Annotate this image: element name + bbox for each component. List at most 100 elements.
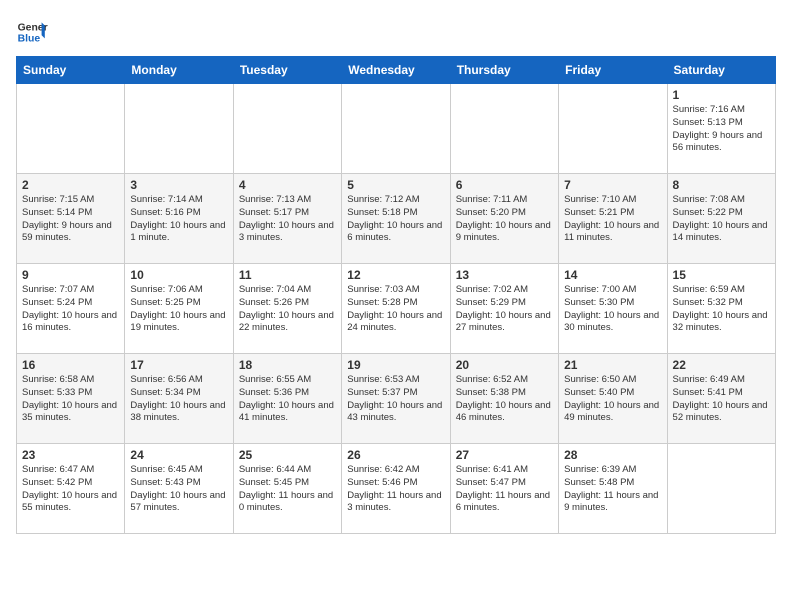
calendar-table: SundayMondayTuesdayWednesdayThursdayFrid… — [16, 56, 776, 534]
calendar-cell: 25 Sunrise: 6:44 AM Sunset: 5:45 PM Dayli… — [233, 444, 341, 534]
day-info: Sunrise: 7:11 AM Sunset: 5:20 PM Dayligh… — [456, 194, 553, 245]
day-info: Sunrise: 7:08 AM Sunset: 5:22 PM Dayligh… — [673, 194, 770, 245]
day-header-monday: Monday — [125, 57, 233, 84]
day-number: 25 — [239, 448, 336, 462]
day-info: Sunrise: 6:49 AM Sunset: 5:41 PM Dayligh… — [673, 374, 770, 425]
calendar-cell: 10 Sunrise: 7:06 AM Sunset: 5:25 PM Dayli… — [125, 264, 233, 354]
day-info: Sunrise: 7:12 AM Sunset: 5:18 PM Dayligh… — [347, 194, 444, 245]
calendar-cell: 17 Sunrise: 6:56 AM Sunset: 5:34 PM Dayli… — [125, 354, 233, 444]
calendar-cell — [125, 84, 233, 174]
calendar-cell: 26 Sunrise: 6:42 AM Sunset: 5:46 PM Dayli… — [342, 444, 450, 534]
day-number: 21 — [564, 358, 661, 372]
day-number: 6 — [456, 178, 553, 192]
day-header-friday: Friday — [559, 57, 667, 84]
calendar-week-4: 16 Sunrise: 6:58 AM Sunset: 5:33 PM Dayli… — [17, 354, 776, 444]
day-info: Sunrise: 7:00 AM Sunset: 5:30 PM Dayligh… — [564, 284, 661, 335]
day-number: 7 — [564, 178, 661, 192]
day-info: Sunrise: 7:03 AM Sunset: 5:28 PM Dayligh… — [347, 284, 444, 335]
day-header-thursday: Thursday — [450, 57, 558, 84]
calendar-week-3: 9 Sunrise: 7:07 AM Sunset: 5:24 PM Daylig… — [17, 264, 776, 354]
calendar-cell: 23Sunrise: 6:47 AM Sunset: 5:42 PM Dayli… — [17, 444, 125, 534]
day-number: 22 — [673, 358, 770, 372]
day-number: 14 — [564, 268, 661, 282]
calendar-week-5: 23Sunrise: 6:47 AM Sunset: 5:42 PM Dayli… — [17, 444, 776, 534]
svg-text:Blue: Blue — [18, 34, 41, 45]
calendar-cell — [559, 84, 667, 174]
calendar-header-row: SundayMondayTuesdayWednesdayThursdayFrid… — [17, 57, 776, 84]
day-info: Sunrise: 7:13 AM Sunset: 5:17 PM Dayligh… — [239, 194, 336, 245]
day-info: Sunrise: 6:41 AM Sunset: 5:47 PM Dayligh… — [456, 464, 553, 515]
day-info: Sunrise: 6:53 AM Sunset: 5:37 PM Dayligh… — [347, 374, 444, 425]
day-info: Sunrise: 6:52 AM Sunset: 5:38 PM Dayligh… — [456, 374, 553, 425]
day-info: Sunrise: 6:45 AM Sunset: 5:43 PM Dayligh… — [130, 464, 227, 515]
calendar-cell: 5 Sunrise: 7:12 AM Sunset: 5:18 PM Daylig… — [342, 174, 450, 264]
day-number: 5 — [347, 178, 444, 192]
day-number: 16 — [22, 358, 119, 372]
day-info: Sunrise: 6:55 AM Sunset: 5:36 PM Dayligh… — [239, 374, 336, 425]
calendar-cell: 8 Sunrise: 7:08 AM Sunset: 5:22 PM Daylig… — [667, 174, 775, 264]
day-header-saturday: Saturday — [667, 57, 775, 84]
day-info: Sunrise: 6:56 AM Sunset: 5:34 PM Dayligh… — [130, 374, 227, 425]
calendar-cell: 24 Sunrise: 6:45 AM Sunset: 5:43 PM Dayli… — [125, 444, 233, 534]
day-info: Sunrise: 6:39 AM Sunset: 5:48 PM Dayligh… — [564, 464, 661, 515]
day-info: Sunrise: 7:14 AM Sunset: 5:16 PM Dayligh… — [130, 194, 227, 245]
day-info: Sunrise: 6:59 AM Sunset: 5:32 PM Dayligh… — [673, 284, 770, 335]
calendar-cell — [667, 444, 775, 534]
day-number: 12 — [347, 268, 444, 282]
calendar-week-2: 2 Sunrise: 7:15 AM Sunset: 5:14 PM Daylig… — [17, 174, 776, 264]
day-header-wednesday: Wednesday — [342, 57, 450, 84]
day-info: Sunrise: 7:15 AM Sunset: 5:14 PM Dayligh… — [22, 194, 119, 245]
calendar-cell: 7 Sunrise: 7:10 AM Sunset: 5:21 PM Daylig… — [559, 174, 667, 264]
day-info: Sunrise: 6:58 AM Sunset: 5:33 PM Dayligh… — [22, 374, 119, 425]
day-info: Sunrise: 7:16 AM Sunset: 5:13 PM Dayligh… — [673, 104, 770, 155]
calendar-cell: 22 Sunrise: 6:49 AM Sunset: 5:41 PM Dayli… — [667, 354, 775, 444]
calendar-cell: 28 Sunrise: 6:39 AM Sunset: 5:48 PM Dayli… — [559, 444, 667, 534]
calendar-cell: 16 Sunrise: 6:58 AM Sunset: 5:33 PM Dayli… — [17, 354, 125, 444]
calendar-cell: 12 Sunrise: 7:03 AM Sunset: 5:28 PM Dayli… — [342, 264, 450, 354]
calendar-cell: 21 Sunrise: 6:50 AM Sunset: 5:40 PM Dayli… — [559, 354, 667, 444]
day-number: 2 — [22, 178, 119, 192]
day-info: Sunrise: 7:04 AM Sunset: 5:26 PM Dayligh… — [239, 284, 336, 335]
day-number: 19 — [347, 358, 444, 372]
day-number: 1 — [673, 88, 770, 102]
day-number: 27 — [456, 448, 553, 462]
calendar-cell: 27 Sunrise: 6:41 AM Sunset: 5:47 PM Dayli… — [450, 444, 558, 534]
logo: General Blue — [16, 16, 48, 48]
calendar-cell — [450, 84, 558, 174]
calendar-cell: 19 Sunrise: 6:53 AM Sunset: 5:37 PM Dayli… — [342, 354, 450, 444]
calendar-cell: 15Sunrise: 6:59 AM Sunset: 5:32 PM Dayli… — [667, 264, 775, 354]
day-info: Sunrise: 6:50 AM Sunset: 5:40 PM Dayligh… — [564, 374, 661, 425]
day-number: 24 — [130, 448, 227, 462]
calendar-cell: 1 Sunrise: 7:16 AM Sunset: 5:13 PM Daylig… — [667, 84, 775, 174]
calendar-cell: 11 Sunrise: 7:04 AM Sunset: 5:26 PM Dayli… — [233, 264, 341, 354]
day-number: 3 — [130, 178, 227, 192]
calendar-cell: 3 Sunrise: 7:14 AM Sunset: 5:16 PM Daylig… — [125, 174, 233, 264]
page-header: General Blue — [16, 16, 776, 48]
day-info: Sunrise: 6:42 AM Sunset: 5:46 PM Dayligh… — [347, 464, 444, 515]
day-number: 28 — [564, 448, 661, 462]
calendar-cell: 13Sunrise: 7:02 AM Sunset: 5:29 PM Dayli… — [450, 264, 558, 354]
calendar-week-1: 1 Sunrise: 7:16 AM Sunset: 5:13 PM Daylig… — [17, 84, 776, 174]
day-info: Sunrise: 7:06 AM Sunset: 5:25 PM Dayligh… — [130, 284, 227, 335]
calendar-cell: 4Sunrise: 7:13 AM Sunset: 5:17 PM Daylig… — [233, 174, 341, 264]
calendar-cell — [17, 84, 125, 174]
day-header-tuesday: Tuesday — [233, 57, 341, 84]
calendar-cell: 6 Sunrise: 7:11 AM Sunset: 5:20 PM Daylig… — [450, 174, 558, 264]
day-number: 11 — [239, 268, 336, 282]
day-number: 9 — [22, 268, 119, 282]
day-number: 8 — [673, 178, 770, 192]
day-number: 17 — [130, 358, 227, 372]
day-number: 26 — [347, 448, 444, 462]
day-number: 20 — [456, 358, 553, 372]
calendar-cell — [342, 84, 450, 174]
calendar-cell: 14 Sunrise: 7:00 AM Sunset: 5:30 PM Dayli… — [559, 264, 667, 354]
day-info: Sunrise: 7:02 AM Sunset: 5:29 PM Dayligh… — [456, 284, 553, 335]
day-info: Sunrise: 6:44 AM Sunset: 5:45 PM Dayligh… — [239, 464, 336, 515]
day-number: 23 — [22, 448, 119, 462]
calendar-cell: 20 Sunrise: 6:52 AM Sunset: 5:38 PM Dayli… — [450, 354, 558, 444]
day-info: Sunrise: 7:07 AM Sunset: 5:24 PM Dayligh… — [22, 284, 119, 335]
logo-icon: General Blue — [16, 16, 48, 48]
day-info: Sunrise: 7:10 AM Sunset: 5:21 PM Dayligh… — [564, 194, 661, 245]
day-number: 10 — [130, 268, 227, 282]
day-number: 18 — [239, 358, 336, 372]
